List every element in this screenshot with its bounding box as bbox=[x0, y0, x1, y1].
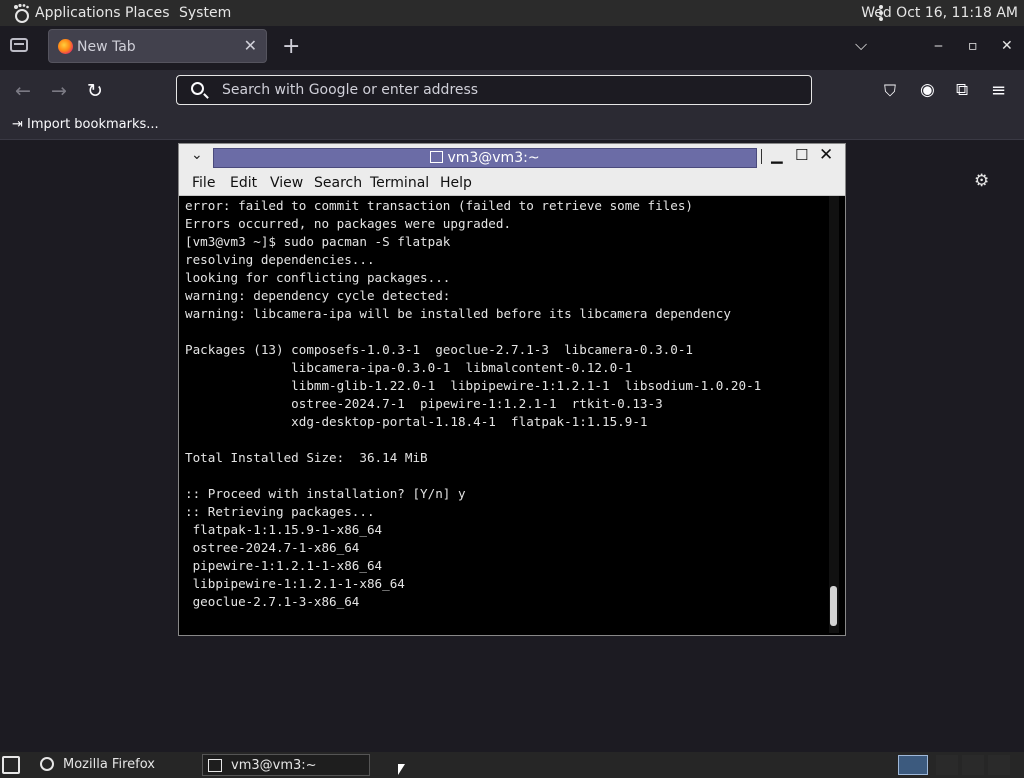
bookmarks-toolbar: ⇥ Import bookmarks... bbox=[0, 110, 1024, 140]
import-bookmarks-button[interactable]: ⇥ Import bookmarks... bbox=[12, 117, 159, 132]
extensions-icon[interactable]: ⧉ bbox=[956, 80, 968, 100]
taskbar-item-label: Mozilla Firefox bbox=[63, 757, 155, 772]
terminal-title-text: vm3@vm3:~ bbox=[447, 150, 540, 166]
top-panel: Applications Places System Wed Oct 16, 1… bbox=[0, 0, 1024, 26]
terminal-close-button[interactable]: ✕ bbox=[819, 145, 833, 165]
settings-gear-icon[interactable]: ⚙ bbox=[974, 171, 989, 191]
terminal-line: ostree-2024.7-1-x86_64 bbox=[185, 540, 360, 555]
terminal-line: libcamera-ipa-0.3.0-1 libmalcontent-0.12… bbox=[185, 360, 633, 375]
menu-edit[interactable]: Edit bbox=[230, 175, 257, 191]
menu-help[interactable]: Help bbox=[440, 175, 472, 191]
url-placeholder: Search with Google or enter address bbox=[222, 82, 479, 98]
terminal-window: ⌄ vm3@vm3:~ ▁ ☐ ✕ File Edit View Search … bbox=[178, 143, 846, 636]
applications-menu[interactable]: Applications bbox=[35, 5, 121, 21]
window-menu-icon[interactable]: ⌄ bbox=[191, 147, 203, 163]
taskbar-item-firefox[interactable]: Mozilla Firefox bbox=[34, 754, 200, 776]
gnome-foot-icon[interactable] bbox=[11, 3, 31, 23]
workspace-3[interactable] bbox=[962, 755, 984, 775]
terminal-line: error: failed to commit transaction (fai… bbox=[185, 198, 693, 213]
firefox-icon bbox=[40, 757, 54, 771]
system-menu[interactable]: System bbox=[179, 5, 231, 21]
terminal-line: libpipewire-1:1.2.1-1-x86_64 bbox=[185, 576, 405, 591]
taskbar-item-terminal[interactable]: vm3@vm3:~ bbox=[202, 754, 370, 776]
menu-terminal[interactable]: Terminal bbox=[370, 175, 429, 191]
menu-view[interactable]: View bbox=[270, 175, 303, 191]
terminal-line: warning: libcamera-ipa will be installed… bbox=[185, 306, 731, 321]
workspace-2[interactable] bbox=[936, 755, 958, 775]
terminal-line: [vm3@vm3 ~]$ sudo pacman -S flatpak bbox=[185, 234, 451, 249]
terminal-line: looking for conflicting packages... bbox=[185, 270, 451, 285]
menu-file[interactable]: File bbox=[192, 175, 215, 191]
firefox-icon bbox=[58, 39, 73, 54]
menu-icon[interactable]: ≡ bbox=[991, 80, 1006, 101]
mouse-pointer-icon bbox=[398, 764, 405, 775]
terminal-line: xdg-desktop-portal-1.18.4-1 flatpak-1:1.… bbox=[185, 414, 648, 429]
terminal-line: warning: dependency cycle detected: bbox=[185, 288, 451, 303]
list-all-tabs-icon[interactable]: ⌵ bbox=[855, 35, 867, 55]
bottom-panel: Mozilla Firefox vm3@vm3:~ bbox=[0, 752, 1024, 778]
terminal-line: pipewire-1:1.2.1-1-x86_64 bbox=[185, 558, 383, 573]
terminal-titlebar[interactable]: ⌄ vm3@vm3:~ ▁ ☐ ✕ bbox=[179, 144, 845, 170]
terminal-scrollbar[interactable] bbox=[829, 196, 839, 633]
workspace-4[interactable] bbox=[988, 755, 1010, 775]
tab-new-tab[interactable]: New Tab ✕ bbox=[48, 29, 267, 63]
terminal-line: libmm-glib-1.22.0-1 libpipewire-1:1.2.1-… bbox=[185, 378, 762, 393]
search-icon bbox=[191, 82, 204, 95]
clock[interactable]: Wed Oct 16, 11:18 AM bbox=[861, 5, 1018, 21]
terminal-icon bbox=[430, 151, 444, 163]
pocket-icon[interactable]: ⛉ bbox=[884, 81, 896, 101]
new-tab-button[interactable]: + bbox=[282, 34, 300, 59]
terminal-icon bbox=[208, 759, 222, 772]
terminal-title[interactable]: vm3@vm3:~ bbox=[213, 148, 757, 168]
titlebar-divider bbox=[761, 149, 762, 164]
reload-icon[interactable]: ↻ bbox=[87, 80, 103, 102]
terminal-line: :: Proceed with installation? [Y/n] y bbox=[185, 486, 466, 501]
navigation-toolbar: ← → ↻ Search with Google or enter addres… bbox=[0, 70, 1024, 110]
back-icon[interactable]: ← bbox=[15, 80, 31, 102]
menu-search[interactable]: Search bbox=[314, 175, 362, 191]
terminal-output[interactable]: error: failed to commit transaction (fai… bbox=[181, 196, 833, 633]
terminal-line: :: Retrieving packages... bbox=[185, 504, 375, 519]
terminal-maximize-button[interactable]: ☐ bbox=[795, 146, 808, 164]
tab-label: New Tab bbox=[77, 39, 136, 55]
minimize-button[interactable]: ‒ bbox=[934, 38, 943, 54]
terminal-menubar: File Edit View Search Terminal Help bbox=[179, 170, 845, 196]
workspace-1[interactable] bbox=[898, 755, 928, 775]
taskbar-item-label: vm3@vm3:~ bbox=[231, 758, 317, 773]
terminal-line: geoclue-2.7.1-3-x86_64 bbox=[185, 594, 360, 609]
terminal-line: Total Installed Size: 36.14 MiB bbox=[185, 450, 428, 465]
forward-icon[interactable]: → bbox=[51, 80, 67, 102]
places-menu[interactable]: Places bbox=[125, 5, 170, 21]
terminal-line: ostree-2024.7-1 pipewire-1:1.2.1-1 rtkit… bbox=[185, 396, 663, 411]
maximize-button[interactable]: ▫ bbox=[968, 38, 978, 54]
tab-close-icon[interactable]: ✕ bbox=[244, 36, 257, 55]
close-button[interactable]: ✕ bbox=[1001, 38, 1013, 54]
browser-tab-strip: New Tab ✕ + ⌵ ‒ ▫ ✕ bbox=[0, 26, 1024, 70]
terminal-line: flatpak-1:1.15.9-1-x86_64 bbox=[185, 522, 383, 537]
terminal-line: Packages (13) composefs-1.0.3-1 geoclue-… bbox=[185, 342, 693, 357]
show-desktop-icon[interactable] bbox=[2, 756, 20, 774]
terminal-line: Errors occurred, no packages were upgrad… bbox=[185, 216, 512, 231]
terminal-line: resolving dependencies... bbox=[185, 252, 375, 267]
terminal-minimize-button[interactable]: ▁ bbox=[771, 146, 783, 164]
url-bar[interactable]: Search with Google or enter address bbox=[176, 75, 812, 105]
account-icon[interactable]: ◉ bbox=[920, 80, 935, 100]
firefox-view-icon[interactable] bbox=[10, 38, 28, 52]
scrollbar-thumb[interactable] bbox=[830, 586, 837, 626]
